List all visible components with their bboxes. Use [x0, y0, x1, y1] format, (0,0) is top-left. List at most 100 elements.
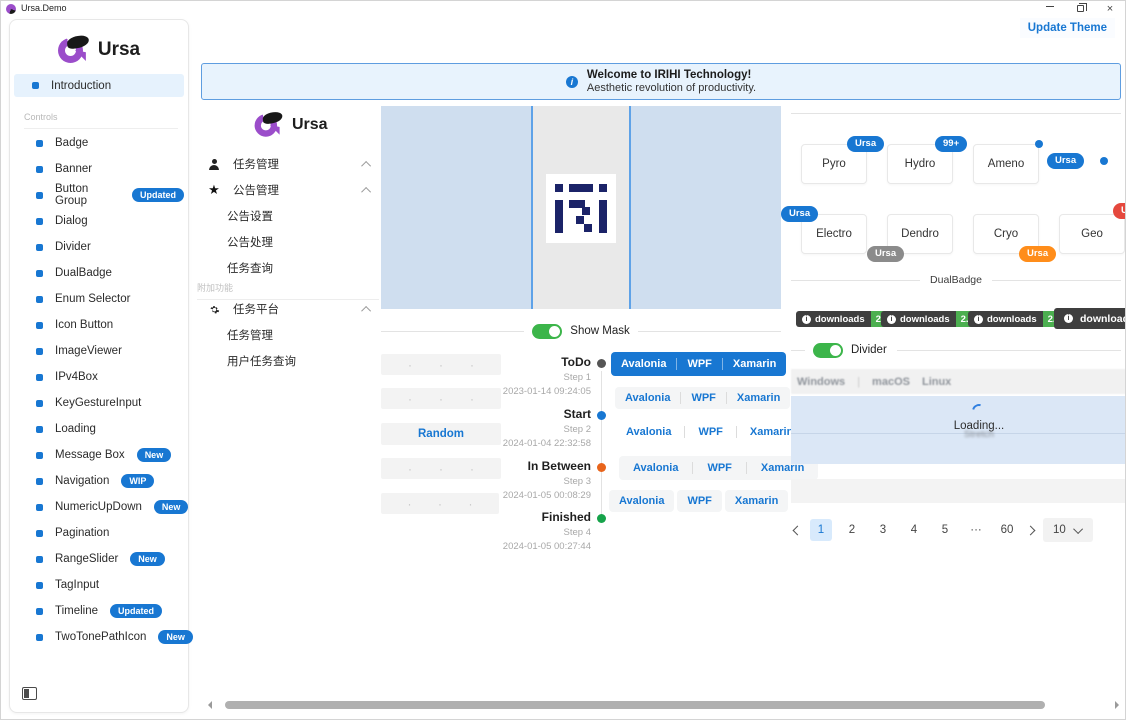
button-wpf[interactable]: WPF	[676, 358, 721, 370]
bullet-icon	[36, 348, 43, 355]
sidebar-item-timeline[interactable]: TimelineUpdated	[14, 598, 184, 624]
button-xamarin[interactable]: Xamarin	[725, 490, 788, 512]
sidebar-item-badge[interactable]: Badge	[14, 130, 184, 156]
sidebar-item-button-group[interactable]: Button GroupUpdated	[14, 182, 184, 208]
sidebar-item-twotonepathicon[interactable]: TwoTonePathIconNew	[14, 624, 184, 650]
status-badge: New	[154, 500, 189, 514]
button-wpf[interactable]: WPF	[684, 426, 735, 438]
button-avalonia[interactable]: Avalonia	[609, 490, 674, 512]
page-button-1[interactable]: 1	[810, 519, 832, 541]
button-wpf[interactable]: WPF	[677, 490, 721, 512]
sidebar-item-ipv4box[interactable]: IPv4Box	[14, 364, 184, 390]
timeline-dot-finished	[597, 514, 606, 523]
tab-macos[interactable]: macOS	[872, 376, 910, 388]
irihi-logo	[546, 174, 616, 243]
bullet-icon	[36, 140, 43, 147]
scroll-right-arrow[interactable]	[1115, 701, 1123, 709]
person-icon	[207, 159, 221, 170]
timeline-step: Start Step 2 2024-01-04 22:32:58	[431, 407, 591, 449]
button-wpf[interactable]: WPF	[692, 462, 745, 474]
loading-container: Stretch Loading...	[791, 396, 1126, 464]
sidebar-item-rangeslider[interactable]: RangeSliderNew	[14, 546, 184, 572]
skeleton-bar	[791, 479, 1126, 503]
menu-item-announcement-settings[interactable]: 公告设置	[201, 205, 379, 227]
button-avalonia[interactable]: Avalonia	[619, 462, 692, 474]
page-button-4[interactable]: 4	[903, 519, 925, 541]
dual-badge-large: downloads 2.4k	[1054, 308, 1126, 329]
menu-item-task-management[interactable]: 任务管理	[201, 153, 379, 175]
sidebar-item-pagination[interactable]: Pagination	[14, 520, 184, 546]
timeline-dot-todo	[597, 359, 606, 368]
scroll-left-arrow[interactable]	[204, 701, 212, 709]
page-button-5[interactable]: 5	[934, 519, 956, 541]
sidebar-item-dualbadge[interactable]: DualBadge	[14, 260, 184, 286]
image-viewer[interactable]	[381, 106, 781, 309]
sidebar-item-imageviewer[interactable]: ImageViewer	[14, 338, 184, 364]
sidebar-item-introduction[interactable]: Introduction	[14, 74, 184, 97]
button-group-light: Avalonia WPF Xamarin	[615, 387, 790, 409]
sidebar-item-icon-button[interactable]: Icon Button	[14, 312, 184, 338]
page-button-2[interactable]: 2	[841, 519, 863, 541]
button-wpf[interactable]: WPF	[680, 392, 725, 404]
bullet-icon	[36, 582, 43, 589]
maximize-icon	[1077, 5, 1084, 12]
button-avalonia[interactable]: Avalonia	[615, 392, 680, 404]
horizontal-scrollbar[interactable]	[225, 701, 1045, 709]
page-button-3[interactable]: 3	[872, 519, 894, 541]
minimize-button[interactable]	[1035, 1, 1065, 17]
status-badge: WIP	[121, 474, 154, 488]
menu-item-announcement-handling[interactable]: 公告处理	[201, 231, 379, 253]
bullet-icon	[36, 400, 43, 407]
page-ellipsis[interactable]: ···	[965, 519, 987, 541]
sidebar-item-keygestureinput[interactable]: KeyGestureInput	[14, 390, 184, 416]
show-mask-label: Show Mask	[570, 325, 629, 337]
close-button[interactable]	[1095, 1, 1125, 17]
sidebar-item-navigation[interactable]: NavigationWIP	[14, 468, 184, 494]
menu-item-announcement-management[interactable]: 公告管理	[201, 179, 379, 201]
titlebar: Ursa.Demo	[1, 1, 1125, 17]
bullet-icon	[36, 322, 43, 329]
page-button-60[interactable]: 60	[996, 519, 1018, 541]
divider-toggle[interactable]	[813, 343, 843, 358]
collapse-sidebar-icon[interactable]	[22, 687, 37, 700]
sidebar-item-taginput[interactable]: TagInput	[14, 572, 184, 598]
tab-linux[interactable]: Linux	[922, 376, 951, 388]
chevron-up-icon	[361, 160, 371, 170]
menu-item-task-query[interactable]: 任务查询	[201, 257, 379, 279]
tab-separator: |	[857, 376, 860, 388]
bullet-icon	[36, 296, 43, 303]
update-theme-button[interactable]: Update Theme	[1020, 18, 1115, 38]
divider-line	[897, 350, 1121, 351]
bullet-icon	[36, 452, 43, 459]
button-xamarin[interactable]: Xamarin	[722, 358, 786, 370]
loading-spinner-icon	[969, 401, 988, 420]
menu-item-task-platform[interactable]: 任务平台	[201, 298, 379, 320]
chevron-down-icon	[1073, 524, 1083, 534]
sidebar-item-dialog[interactable]: Dialog	[14, 208, 184, 234]
divider-line	[791, 350, 805, 351]
menu-item-task-management-child[interactable]: 任务管理	[201, 324, 379, 346]
sidebar-item-numericupdown[interactable]: NumericUpDownNew	[14, 494, 184, 520]
button-xamarin[interactable]: Xamarin	[726, 392, 790, 404]
ursa-logo-icon	[255, 112, 284, 137]
info-icon	[802, 315, 811, 324]
sidebar-item-enum-selector[interactable]: Enum Selector	[14, 286, 184, 312]
show-mask-toggle[interactable]	[532, 324, 562, 339]
page-size-select[interactable]: 10	[1043, 518, 1093, 542]
sidebar-item-banner[interactable]: Banner	[14, 156, 184, 182]
maximize-button[interactable]	[1065, 1, 1095, 17]
menu-item-user-task-query[interactable]: 用户任务查询	[201, 350, 379, 372]
sidebar-item-divider[interactable]: Divider	[14, 234, 184, 260]
button-avalonia[interactable]: Avalonia	[613, 426, 684, 438]
tab-windows[interactable]: Windows	[797, 376, 845, 388]
button-avalonia[interactable]: Avalonia	[611, 358, 676, 370]
sidebar-item-loading[interactable]: Loading	[14, 416, 184, 442]
status-badge: New	[137, 448, 172, 462]
chevron-right-icon[interactable]	[1026, 525, 1036, 535]
timeline-dot-start	[597, 411, 606, 420]
chevron-up-icon	[361, 186, 371, 196]
sidebar-item-message-box[interactable]: Message BoxNew	[14, 442, 184, 468]
chevron-left-icon[interactable]	[793, 525, 803, 535]
badge-dot-blue	[1100, 157, 1108, 165]
badge-dot-blue	[1035, 140, 1043, 148]
